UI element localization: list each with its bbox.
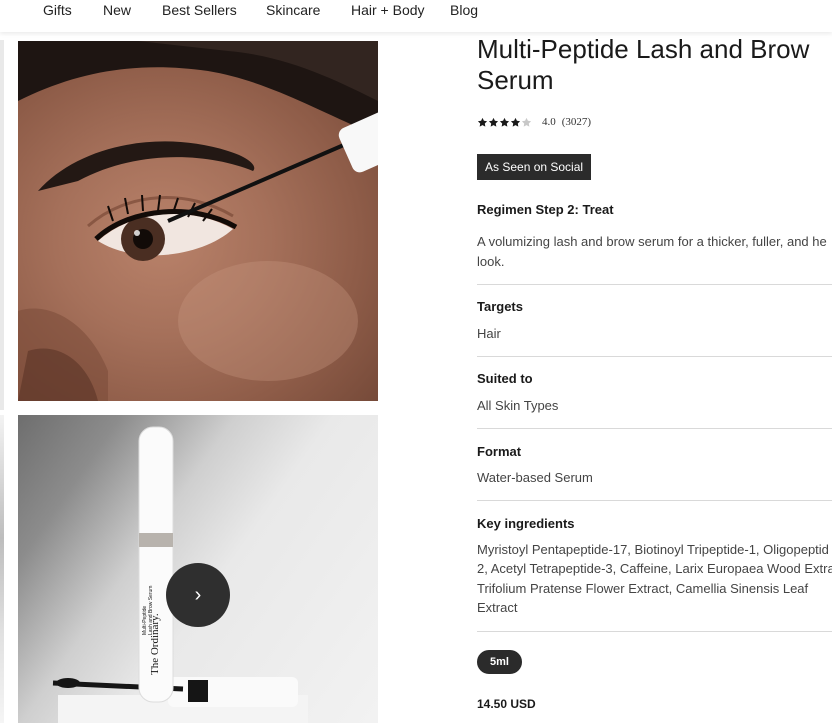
star-filled-icon [477,117,488,127]
divider [477,356,832,357]
divider [477,428,832,429]
suited-to-value: All Skin Types [477,398,559,413]
star-filled-icon [499,117,510,127]
regimen-step: Regimen Step 2: Treat [477,202,614,217]
rating-stars [477,117,532,128]
product-rating[interactable]: 4.0 (3027) [477,116,591,128]
format-label: Format [477,444,522,459]
nav-item-gifts[interactable]: Gifts [43,2,72,18]
nav-item-blog[interactable]: Blog [450,2,478,18]
format-value: Water-based Serum [477,470,593,485]
product-image-model-eye[interactable] [18,41,378,401]
thumbnail-edge[interactable] [0,415,4,723]
carousel-next-button[interactable]: › [166,563,230,627]
product-description-line-1: A volumizing lash and brow serum for a t… [477,234,827,249]
suited-to-label: Suited to [477,371,533,386]
chevron-right-icon: › [194,583,202,606]
product-title-line-2: Serum [477,65,554,95]
key-ingredients-line-3: Trifolium Pratense Flower Extract, Camel… [477,581,809,596]
star-empty-icon [521,117,532,127]
star-filled-icon [510,117,521,127]
product-title-line-1: Multi-Peptide Lash and Brow [477,34,810,64]
size-option-5ml[interactable]: 5ml [477,650,522,674]
nav-item-best-sellers[interactable]: Best Sellers [162,2,237,18]
nav-item-new[interactable]: New [103,2,131,18]
thumbnail-strip-edge [0,40,5,723]
product-description-line-2: look. [477,254,505,269]
nav-item-skincare[interactable]: Skincare [266,2,320,18]
targets-value: Hair [477,326,501,341]
targets-label: Targets [477,299,523,314]
divider [477,284,832,285]
divider [477,631,832,632]
product-price: 14.50 USD [477,697,536,711]
star-filled-icon [488,117,499,127]
rating-count: (3027) [561,116,592,128]
product-title: Multi-Peptide Lash and Brow Serum [477,34,832,96]
key-ingredients-line-2: 2, Acetyl Tetrapeptide-3, Caffeine, Lari… [477,561,832,576]
nav-item-hair-body[interactable]: Hair + Body [351,2,425,18]
thumbnail-edge[interactable] [0,40,4,410]
key-ingredients-label: Key ingredients [477,516,575,531]
key-ingredients-line-1: Myristoyl Pentapeptide-17, Biotinoyl Tri… [477,542,829,557]
social-badge: As Seen on Social [477,154,592,180]
divider [477,500,832,501]
model-eye-illustration [18,41,378,401]
product-label-line-2: Lash and Brow Serum [148,586,154,635]
rating-value: 4.0 [542,116,556,128]
key-ingredients-line-4: Extract [477,600,518,615]
top-navigation: Gifts New Best Sellers Skincare Hair + B… [0,0,832,32]
product-info: Multi-Peptide Lash and Brow Serum 4.0 (3… [477,34,832,711]
